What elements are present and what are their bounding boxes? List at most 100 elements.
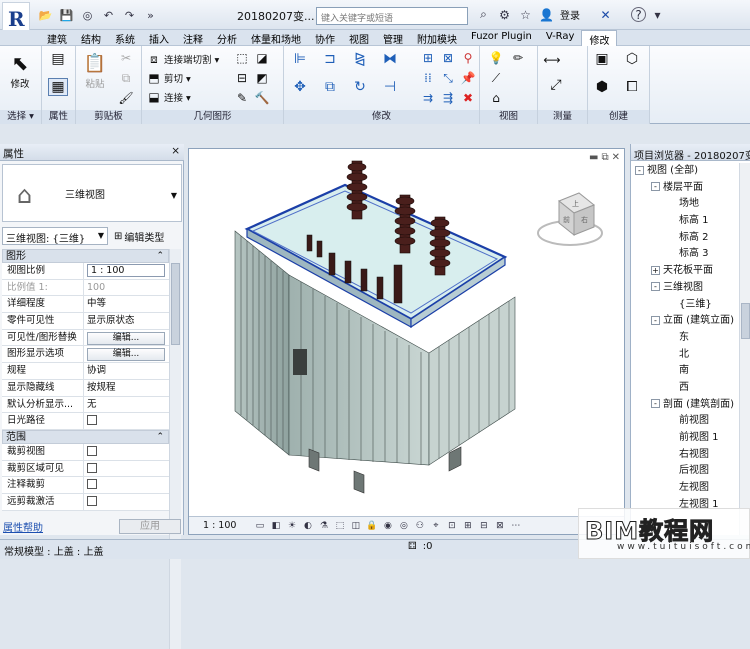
cope-row[interactable]: ⧈ 连接端切割 ▾: [146, 51, 219, 67]
cut-icon[interactable]: ✂: [118, 50, 134, 66]
hammer-icon[interactable]: 🔨: [254, 90, 270, 106]
edit-type-button[interactable]: ⊞ 编辑类型: [114, 229, 164, 244]
sun-path-icon[interactable]: ☀: [285, 520, 298, 532]
copy-icon[interactable]: ⧉: [118, 70, 134, 86]
tab-3[interactable]: 插入: [142, 30, 176, 46]
tab-8[interactable]: 视图: [342, 30, 376, 46]
create-parts-icon[interactable]: ⬡: [622, 50, 642, 68]
temp-view-properties-icon[interactable]: ⊞: [461, 520, 474, 532]
browser-node[interactable]: + 天花板平面: [631, 263, 739, 280]
browser-node[interactable]: 东: [631, 330, 739, 347]
collapse-toggle-icon[interactable]: -: [651, 399, 660, 409]
modify-button[interactable]: ⬉ 修改: [3, 50, 37, 90]
create-similar-icon[interactable]: ⧠: [622, 78, 642, 96]
type-properties-icon[interactable]: ▤: [48, 50, 68, 68]
close-icon[interactable]: ×: [171, 145, 180, 157]
edit-button[interactable]: 编辑...: [87, 331, 165, 345]
collapse-icon[interactable]: ⌃: [156, 431, 164, 444]
collapse-icon[interactable]: ⌃: [156, 250, 164, 263]
checkbox[interactable]: [87, 415, 97, 426]
browser-node[interactable]: 南: [631, 363, 739, 380]
view-scale[interactable]: 1 : 100: [203, 520, 236, 531]
undo-icon[interactable]: ↶: [99, 7, 118, 24]
browser-node[interactable]: - 三维视图: [631, 280, 739, 297]
checkbox[interactable]: [87, 462, 97, 473]
tab-13[interactable]: 修改: [581, 30, 618, 47]
override-graphics-icon[interactable]: ✏: [510, 50, 526, 66]
split-gap-icon[interactable]: ⊠: [440, 50, 456, 66]
dimension-icon[interactable]: ⤢: [546, 76, 566, 94]
bulb-icon[interactable]: 💡: [488, 50, 504, 66]
browser-node[interactable]: 北: [631, 347, 739, 364]
trim-icon[interactable]: ⊣: [380, 78, 400, 96]
copy-element-icon[interactable]: ⧉: [320, 78, 340, 96]
rendering-icon[interactable]: ⚗: [317, 520, 330, 532]
checkbox[interactable]: [87, 445, 97, 456]
paste-button[interactable]: 📋 粘贴: [80, 50, 110, 91]
tab-2[interactable]: 系统: [108, 30, 142, 46]
apply-button[interactable]: 应用: [119, 518, 181, 534]
move-icon[interactable]: ✥: [290, 78, 310, 96]
more-icon[interactable]: »: [141, 7, 160, 24]
browser-node[interactable]: - 视图 (全部): [631, 163, 739, 180]
tab-5[interactable]: 分析: [210, 30, 244, 46]
rotate-icon[interactable]: ↻: [350, 78, 370, 96]
tab-10[interactable]: 附加模块: [410, 30, 464, 46]
tab-1[interactable]: 结构: [74, 30, 108, 46]
type-selector[interactable]: ⌂ 三维视图 ▼: [2, 164, 182, 222]
open-icon[interactable]: 📂: [36, 7, 55, 24]
worksets-icon[interactable]: ⚃: [408, 541, 417, 552]
collapse-toggle-icon[interactable]: -: [651, 315, 660, 325]
browser-node[interactable]: 右视图: [631, 447, 739, 464]
browser-node[interactable]: - 立面 (建筑立面): [631, 313, 739, 330]
properties-icon[interactable]: ▦: [48, 78, 68, 96]
redo-icon[interactable]: ↷: [120, 7, 139, 24]
tab-12[interactable]: V-Ray: [539, 30, 582, 45]
wall-joins-icon[interactable]: ⊟: [234, 70, 250, 86]
more-view-icon[interactable]: ⋯: [509, 520, 522, 532]
3d-view-canvas[interactable]: ▬ ⧉ ✕ 上 前 右 1: 100 ▭ ◧ ☀ ◐ ⚗ ⬚ ◫ 🔒 ◉ ◎ …: [188, 148, 625, 535]
expand-toggle-icon[interactable]: +: [651, 265, 660, 275]
user-icon[interactable]: 👤: [537, 6, 556, 23]
tab-4[interactable]: 注释: [176, 30, 210, 46]
linework-icon[interactable]: ⟋: [488, 70, 504, 86]
demolish-icon[interactable]: ✎: [234, 90, 250, 106]
browser-node[interactable]: 标高 3: [631, 246, 739, 263]
browser-node[interactable]: 后视图: [631, 463, 739, 480]
subscription-icon[interactable]: ⚙: [495, 6, 514, 23]
analytical-model-icon[interactable]: ⌖: [429, 520, 442, 532]
visual-style-icon[interactable]: ◧: [269, 520, 282, 532]
tab-11[interactable]: Fuzor Plugin: [464, 30, 539, 45]
join-row[interactable]: ⬓ 连接 ▾: [146, 89, 190, 105]
delete-icon[interactable]: ✖: [460, 90, 476, 106]
exchange-x-icon[interactable]: ✕: [596, 6, 615, 23]
detail-level-icon[interactable]: ▭: [253, 520, 266, 532]
temp-hide-icon[interactable]: ◉: [381, 520, 394, 532]
crop-region-icon[interactable]: ◫: [349, 520, 362, 532]
offset-icon[interactable]: ⊐: [320, 50, 340, 68]
view-scale-field[interactable]: 1 : 100: [87, 264, 165, 277]
shadows-icon[interactable]: ◐: [301, 520, 314, 532]
hide-icon[interactable]: ⌂: [488, 90, 504, 106]
scrollbar-thumb[interactable]: [741, 303, 750, 339]
mirror-draw-icon[interactable]: ⧓: [380, 50, 400, 68]
tab-0[interactable]: 建筑: [40, 30, 74, 46]
array-icon[interactable]: ⁞⁞: [420, 70, 436, 86]
unpin-icon[interactable]: ⚲: [460, 50, 476, 66]
checkbox[interactable]: [87, 495, 97, 506]
tab-6[interactable]: 体量和场地: [244, 30, 308, 46]
collapse-toggle-icon[interactable]: -: [651, 282, 660, 292]
show-hidden-icon[interactable]: ⊠: [493, 520, 506, 532]
login-button[interactable]: 登录: [560, 7, 580, 22]
browser-node[interactable]: 左视图: [631, 480, 739, 497]
split-face-icon[interactable]: ◪: [254, 50, 270, 66]
create-group-icon[interactable]: ⬢: [592, 78, 612, 96]
tab-7[interactable]: 协作: [308, 30, 342, 46]
search-input[interactable]: 键入关键字或短语: [316, 7, 468, 25]
crop-view-icon[interactable]: ⬚: [333, 520, 346, 532]
trim-multiple-icon[interactable]: ⇉: [420, 90, 436, 106]
highlight-displacement-icon[interactable]: ⊡: [445, 520, 458, 532]
select-panel-label[interactable]: 选择 ▾: [0, 110, 41, 124]
minimize-icon[interactable]: ▾: [648, 6, 667, 23]
browser-node[interactable]: 前视图 1: [631, 430, 739, 447]
